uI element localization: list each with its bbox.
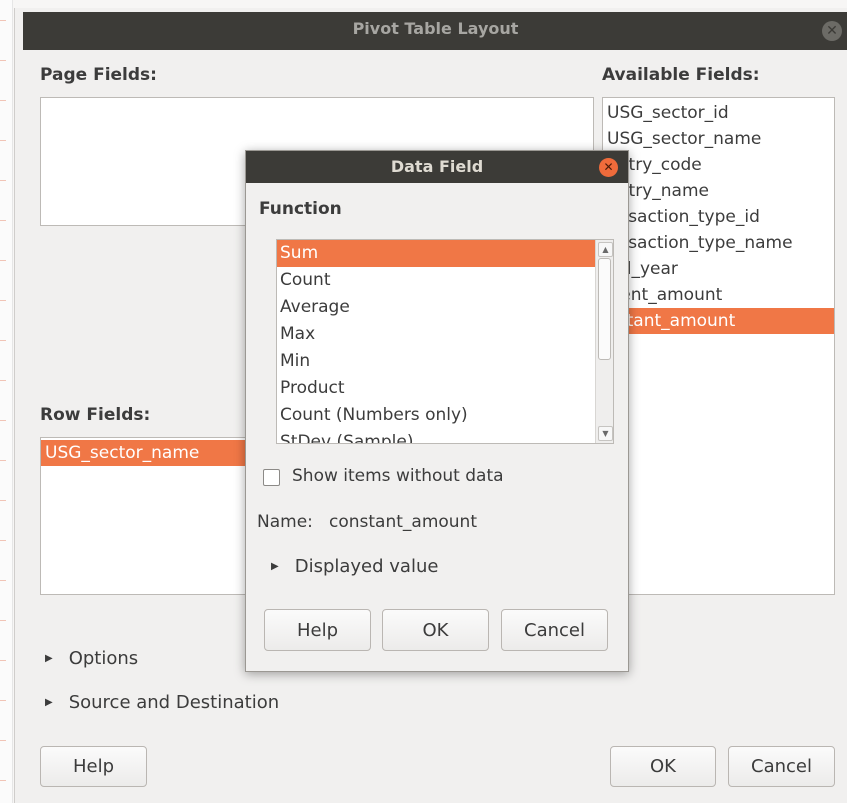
list-item[interactable]: nstant_amount — [603, 308, 834, 334]
dialog-titlebar: Data Field ✕ — [246, 151, 628, 183]
function-items: Sum Count Average Max Min Product Count (Numbe… — [277, 240, 595, 443]
list-item[interactable]: Count — [277, 267, 595, 294]
list-item[interactable]: untry_code — [603, 152, 834, 178]
ruler-mark — [0, 620, 6, 621]
list-item[interactable]: rrent_amount — [603, 282, 834, 308]
show-items-checkbox[interactable] — [263, 469, 280, 486]
expander-triangle-icon: ▶ — [45, 697, 53, 708]
ruler-mark — [0, 580, 6, 581]
list-item[interactable]: Count (Numbers only) — [277, 402, 595, 429]
list-item[interactable]: USG_sector_name — [41, 440, 263, 466]
main-help-button[interactable]: Help — [40, 746, 147, 787]
scroll-down-icon[interactable]: ▼ — [598, 426, 613, 441]
dialog-title: Data Field — [390, 157, 484, 176]
ruler-mark — [0, 380, 6, 381]
function-label: Function — [259, 199, 342, 219]
main-ok-button[interactable]: OK — [610, 746, 716, 787]
expander-triangle-icon: ▶ — [271, 561, 279, 572]
ruler-mark — [0, 260, 6, 261]
scroll-thumb[interactable] — [598, 258, 611, 360]
data-field-dialog: Data Field ✕ Function Sum Count Average Max… — [245, 150, 629, 672]
main-titlebar: Pivot Table Layout ✕ — [23, 12, 847, 50]
main-window-title: Pivot Table Layout — [352, 19, 519, 38]
row-fields-label: Row Fields: — [40, 405, 151, 425]
displayed-value-label: Displayed value — [294, 556, 439, 577]
list-item[interactable]: Product — [277, 375, 595, 402]
ruler-mark — [0, 220, 6, 221]
ruler-mark — [0, 660, 6, 661]
scroll-up-icon[interactable]: ▲ — [598, 242, 613, 257]
ruler-mark — [0, 540, 6, 541]
ruler-mark — [0, 60, 6, 61]
options-label: Options — [68, 648, 139, 669]
dialog-close-icon[interactable]: ✕ — [599, 158, 618, 177]
source-destination-expander[interactable]: ▶ Source and Destination — [45, 692, 279, 713]
ruler-mark — [0, 700, 6, 701]
displayed-value-expander[interactable]: ▶ Displayed value — [271, 556, 438, 577]
source-destination-label: Source and Destination — [68, 692, 280, 713]
function-list[interactable]: Sum Count Average Max Min Product Count (Numbe… — [276, 239, 614, 444]
page-fields-label: Page Fields: — [40, 65, 157, 85]
ruler-mark — [0, 500, 6, 501]
ruler-mark — [0, 20, 6, 21]
main-cancel-button[interactable]: Cancel — [728, 746, 835, 787]
list-item[interactable]: ansaction_type_name — [603, 230, 834, 256]
ruler-mark — [0, 180, 6, 181]
ruler-mark — [0, 420, 6, 421]
available-fields-label: Available Fields: — [602, 65, 760, 85]
list-item[interactable]: USG_sector_name — [603, 126, 834, 152]
ruler-mark — [0, 740, 6, 741]
function-scrollbar[interactable]: ▲ ▼ — [595, 240, 613, 443]
available-fields-list[interactable]: USG_sector_id USG_sector_name untry_code un… — [602, 97, 835, 595]
list-item[interactable]: untry_name — [603, 178, 834, 204]
list-item[interactable]: Average — [277, 294, 595, 321]
dialog-ok-button[interactable]: OK — [382, 609, 489, 651]
show-items-label: Show items without data — [292, 466, 504, 486]
sheet-ruler — [0, 0, 13, 803]
name-label: Name: — [257, 512, 313, 532]
list-item[interactable]: Sum — [277, 240, 595, 267]
list-item[interactable]: cal_year — [603, 256, 834, 282]
list-item[interactable]: USG_sector_id — [603, 100, 834, 126]
ruler-mark — [0, 140, 6, 141]
ruler-mark — [0, 340, 6, 341]
list-item[interactable]: Min — [277, 348, 595, 375]
dialog-cancel-button[interactable]: Cancel — [501, 609, 608, 651]
list-item[interactable]: Max — [277, 321, 595, 348]
ruler-mark — [0, 780, 6, 781]
list-item[interactable]: ansaction_type_id — [603, 204, 834, 230]
ruler-mark — [0, 300, 6, 301]
ruler-mark — [0, 100, 6, 101]
dialog-help-button[interactable]: Help — [264, 609, 371, 651]
ruler-mark — [0, 460, 6, 461]
options-expander[interactable]: ▶ Options — [45, 648, 138, 669]
main-close-icon[interactable]: ✕ — [822, 21, 842, 41]
list-item[interactable]: StDev (Sample) — [277, 429, 595, 443]
row-fields-area[interactable]: USG_sector_name — [40, 437, 264, 595]
expander-triangle-icon: ▶ — [45, 653, 53, 664]
name-value: constant_amount — [329, 512, 477, 532]
